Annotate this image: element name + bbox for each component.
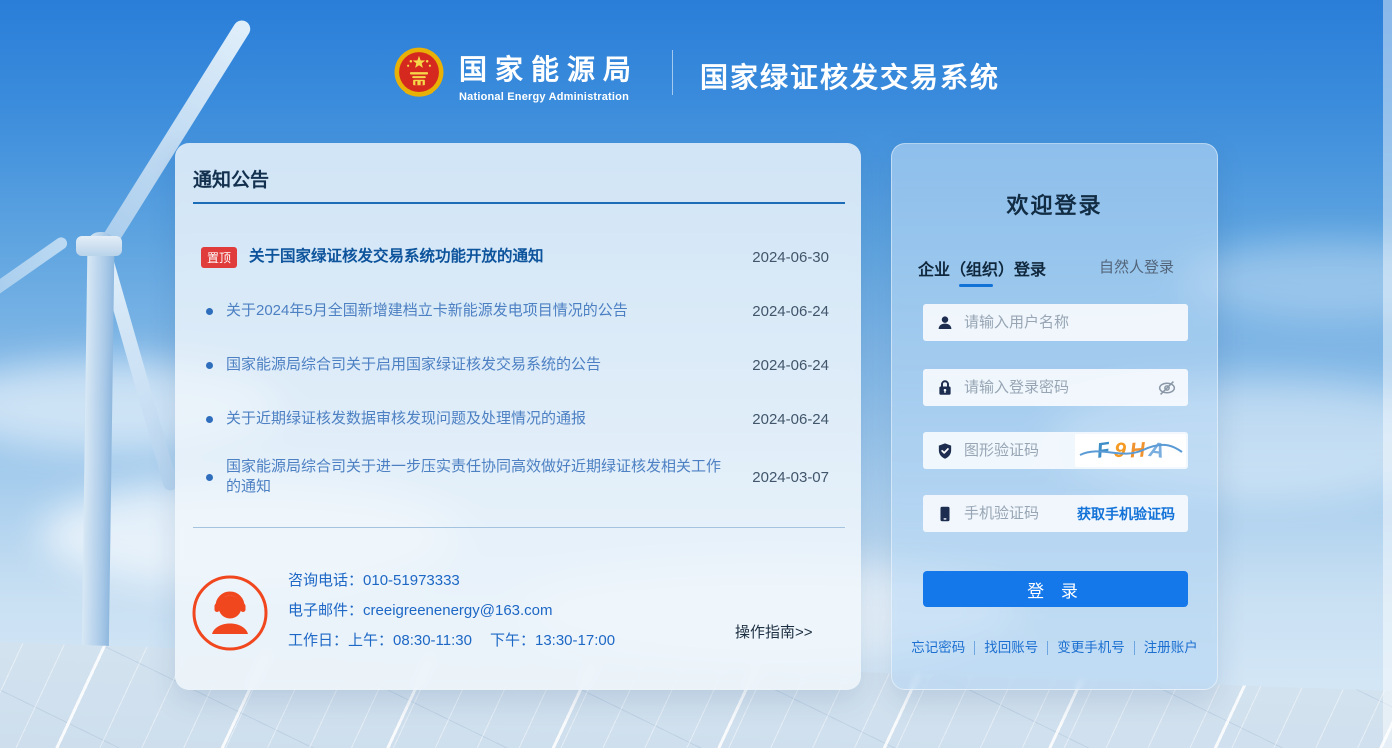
active-tab-underline bbox=[959, 284, 993, 287]
workday-label: 工作日： bbox=[288, 632, 348, 649]
notice-list-item[interactable]: 国家能源局综合司关于进一步压实责任协同高效做好近期绿证核发相关工作的通知 202… bbox=[193, 449, 845, 505]
bullet-icon bbox=[206, 362, 213, 369]
contact-divider bbox=[193, 527, 845, 528]
login-button[interactable]: 登 录 bbox=[923, 571, 1188, 607]
phone-label: 咨询电话： bbox=[288, 572, 363, 589]
notice-date: 2024-03-07 bbox=[752, 469, 829, 486]
workday-morning: 上午：08:30-11:30 bbox=[348, 632, 472, 649]
page-title: 国家绿证核发交易系统 bbox=[700, 56, 1000, 96]
operation-guide-link[interactable]: 操作指南>> bbox=[735, 621, 813, 642]
contact-info: 咨询电话：010-51973333 电子邮件：creeigreenenergy@… bbox=[288, 566, 615, 656]
notice-date: 2024-06-24 bbox=[752, 303, 829, 320]
wind-turbine-hub bbox=[76, 236, 122, 256]
page-header: 国家能源局 National Energy Administration 国家绿… bbox=[0, 0, 1392, 120]
login-helper-links: 忘记密码 找回账号 变更手机号 注册账户 bbox=[892, 641, 1217, 655]
eye-off-icon[interactable] bbox=[1156, 377, 1178, 399]
wind-turbine-blade bbox=[0, 235, 69, 331]
notice-title-link[interactable]: 关于2024年5月全国新增建档立卡新能源发电项目情况的公告 bbox=[226, 301, 628, 321]
section-title-rule bbox=[193, 202, 845, 204]
user-icon bbox=[936, 314, 954, 332]
sms-code-field[interactable]: 获取手机验证码 bbox=[923, 495, 1188, 532]
login-panel: 欢迎登录 企业（组织）登录 自然人登录 bbox=[891, 143, 1218, 690]
password-field[interactable] bbox=[923, 369, 1188, 406]
org-name-en: National Energy Administration bbox=[459, 91, 639, 103]
notice-list-item[interactable]: 关于近期绿证核发数据审核发现问题及处理情况的通报 2024-06-24 bbox=[193, 401, 845, 437]
customer-service-icon bbox=[190, 573, 270, 653]
change-phone-link[interactable]: 变更手机号 bbox=[1048, 641, 1135, 655]
notice-panel: 通知公告 置顶 关于国家绿证核发交易系统功能开放的通知 2024-06-30 关… bbox=[175, 143, 861, 690]
notice-date: 2024-06-24 bbox=[752, 411, 829, 428]
bullet-icon bbox=[206, 416, 213, 423]
notice-title-link[interactable]: 国家能源局综合司关于进一步压实责任协同高效做好近期绿证核发相关工作的通知 bbox=[226, 457, 726, 497]
captcha-image[interactable]: F9HA bbox=[1075, 434, 1186, 467]
sms-code-input[interactable] bbox=[964, 505, 1077, 522]
captcha-noise-line bbox=[1075, 434, 1186, 467]
org-name: 国家能源局 bbox=[459, 48, 639, 88]
mobile-phone-icon bbox=[936, 505, 954, 523]
phone-number: 010-51973333 bbox=[363, 572, 460, 589]
notice-list-item[interactable]: 置顶 关于国家绿证核发交易系统功能开放的通知 2024-06-30 bbox=[193, 239, 845, 275]
bullet-icon bbox=[206, 308, 213, 315]
username-field[interactable] bbox=[923, 304, 1188, 341]
bullet-icon bbox=[206, 474, 213, 481]
pinned-badge: 置顶 bbox=[201, 247, 237, 268]
register-account-link[interactable]: 注册账户 bbox=[1135, 641, 1207, 655]
email-address: creeigreenenergy@163.com bbox=[363, 602, 553, 619]
login-page: 国家能源局 National Energy Administration 国家绿… bbox=[0, 0, 1392, 748]
forgot-password-link[interactable]: 忘记密码 bbox=[902, 641, 975, 655]
get-sms-code-button[interactable]: 获取手机验证码 bbox=[1077, 504, 1175, 524]
notice-title-link[interactable]: 关于近期绿证核发数据审核发现问题及处理情况的通报 bbox=[226, 409, 586, 429]
tab-enterprise-login[interactable]: 企业（组织）登录 bbox=[918, 256, 1046, 280]
notice-list-item[interactable]: 国家能源局综合司关于启用国家绿证核发交易系统的公告 2024-06-24 bbox=[193, 347, 845, 383]
workday-afternoon: 下午：13:30-17:00 bbox=[490, 632, 615, 649]
notice-list-item[interactable]: 关于2024年5月全国新增建档立卡新能源发电项目情况的公告 2024-06-24 bbox=[193, 293, 845, 329]
notice-title-link[interactable]: 关于国家绿证核发交易系统功能开放的通知 bbox=[249, 247, 544, 267]
username-input[interactable] bbox=[964, 314, 1188, 331]
tab-person-login[interactable]: 自然人登录 bbox=[1099, 256, 1174, 277]
notice-title-link[interactable]: 国家能源局综合司关于启用国家绿证核发交易系统的公告 bbox=[226, 355, 601, 375]
shield-check-icon bbox=[936, 442, 954, 460]
password-input[interactable] bbox=[964, 379, 1156, 396]
header-divider bbox=[672, 50, 673, 95]
notice-date: 2024-06-30 bbox=[752, 249, 829, 266]
captcha-field[interactable]: F9HA bbox=[923, 432, 1188, 469]
recover-account-link[interactable]: 找回账号 bbox=[975, 641, 1048, 655]
notice-date: 2024-06-24 bbox=[752, 357, 829, 374]
email-label: 电子邮件： bbox=[288, 602, 363, 619]
national-emblem-icon bbox=[390, 44, 448, 102]
notice-section-title: 通知公告 bbox=[193, 165, 269, 192]
login-title: 欢迎登录 bbox=[892, 188, 1217, 220]
lock-icon bbox=[936, 379, 954, 397]
